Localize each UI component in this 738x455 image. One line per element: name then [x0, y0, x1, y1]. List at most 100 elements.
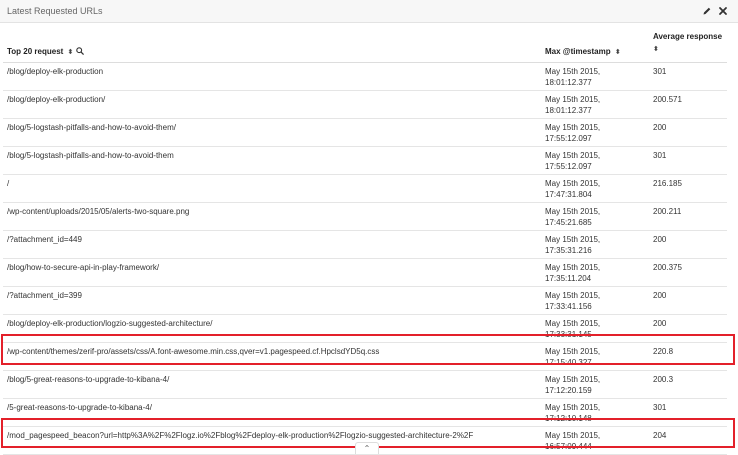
column-header-timestamp[interactable]: Max @timestamp ⬍ — [541, 23, 649, 63]
timestamp-time: 18:01:12.377 — [545, 106, 592, 115]
table-header-row: Top 20 request ⬍ Max @timestamp ⬍ Averag… — [3, 23, 727, 63]
timestamp-date: May 15th 2015, — [545, 431, 601, 440]
url-cell[interactable]: /blog/5-logstash-pitfalls-and-how-to-avo… — [3, 146, 541, 175]
url-cell[interactable]: /?attachment_id=449 — [3, 230, 541, 259]
url-cell[interactable]: /blog/deploy-elk-production/ — [3, 90, 541, 119]
column-header-avg-response-label: Average response — [653, 32, 723, 41]
timestamp-date: May 15th 2015, — [545, 403, 601, 412]
url-cell-text: /mod_pagespeed_beacon?url=http%3A%2F%2Fl… — [7, 431, 474, 440]
url-cell[interactable]: /blog/5-logstash-pitfalls-and-how-to-avo… — [3, 118, 541, 147]
timestamp-time: 17:45:21.685 — [545, 218, 592, 227]
timestamp-cell: May 15th 2015, 16:57:09.444 — [541, 426, 649, 455]
column-header-url-label: Top 20 request — [7, 47, 64, 56]
timestamp-time: 17:15:40.327 — [545, 358, 592, 367]
url-cell-text: /blog/deploy-elk-production/logzio-sugge… — [7, 319, 213, 328]
url-cell[interactable]: /blog/deploy-elk-production/logzio-sugge… — [3, 314, 541, 343]
url-cell[interactable]: /wp-content/uploads/2015/05/alerts-two-s… — [3, 202, 541, 231]
table-row: /?attachment_id=399 May 15th 2015, 17:33:… — [3, 286, 727, 315]
timestamp-cell: May 15th 2015, 17:12:20.159 — [541, 370, 649, 399]
url-cell[interactable]: /blog/deploy-elk-production — [3, 62, 541, 91]
scroll-up-button[interactable]: ⌃ — [355, 442, 379, 454]
url-cell-text: /blog/how-to-secure-api-in-play-framewor… — [7, 263, 160, 272]
timestamp-date: May 15th 2015, — [545, 319, 601, 328]
requests-table: Top 20 request ⬍ Max @timestamp ⬍ Averag… — [3, 23, 727, 455]
url-cell[interactable]: /blog/how-to-secure-api-in-play-framewor… — [3, 258, 541, 287]
panel-actions — [702, 6, 728, 16]
timestamp-date: May 15th 2015, — [545, 123, 601, 132]
sort-icon[interactable]: ⬍ — [615, 49, 621, 56]
close-icon[interactable] — [718, 6, 728, 16]
url-cell[interactable]: /mod_pagespeed_beacon?url=http%3A%2F%2Fl… — [3, 426, 541, 455]
sort-icon[interactable]: ⬍ — [68, 49, 74, 56]
url-cell-text: /blog/5-logstash-pitfalls-and-how-to-avo… — [7, 151, 174, 160]
table-body: /blog/deploy-elk-production May 15th 201… — [3, 62, 727, 455]
table-row: / May 15th 2015, 17:47:31.804 216.185 — [3, 174, 727, 203]
timestamp-date: May 15th 2015, — [545, 263, 601, 272]
timestamp-date: May 15th 2015, — [545, 291, 601, 300]
timestamp-date: May 15th 2015, — [545, 207, 601, 216]
column-header-avg-response[interactable]: Average response ⬍ — [649, 23, 727, 63]
url-cell[interactable]: /?attachment_id=399 — [3, 286, 541, 315]
url-cell-text: /5-great-reasons-to-upgrade-to-kibana-4/ — [7, 403, 152, 412]
url-cell[interactable]: /wp-content/themes/zerif-pro/assets/css/… — [3, 342, 541, 371]
timestamp-cell: May 15th 2015, 17:15:40.327 — [541, 342, 649, 371]
timestamp-cell: May 15th 2015, 17:33:31.145 — [541, 314, 649, 343]
table-row: /blog/deploy-elk-production/ May 15th 20… — [3, 90, 727, 119]
pencil-icon[interactable] — [702, 6, 712, 16]
column-header-timestamp-label: Max @timestamp — [545, 47, 611, 56]
url-cell-text: /?attachment_id=449 — [7, 235, 82, 244]
avg-response-cell: 200.211 — [649, 202, 727, 231]
table-row: /blog/5-logstash-pitfalls-and-how-to-avo… — [3, 146, 727, 175]
timestamp-cell: May 15th 2015, 17:35:31.216 — [541, 230, 649, 259]
avg-response-cell: 301 — [649, 146, 727, 175]
avg-response-cell: 200.375 — [649, 258, 727, 287]
url-cell-text: /blog/5-logstash-pitfalls-and-how-to-avo… — [7, 123, 176, 132]
timestamp-time: 17:35:31.216 — [545, 246, 592, 255]
search-icon[interactable] — [75, 47, 84, 55]
avg-response-cell: 200 — [649, 314, 727, 343]
timestamp-time: 17:55:12.097 — [545, 134, 592, 143]
timestamp-cell: May 15th 2015, 18:01:12.377 — [541, 90, 649, 119]
avg-response-cell: 204 — [649, 426, 727, 455]
table-row: /blog/deploy-elk-production May 15th 201… — [3, 62, 727, 91]
url-cell[interactable]: /5-great-reasons-to-upgrade-to-kibana-4/ — [3, 398, 541, 427]
table-row: /blog/5-great-reasons-to-upgrade-to-kiba… — [3, 370, 727, 399]
sort-icon[interactable]: ⬍ — [653, 46, 659, 53]
timestamp-time: 17:33:31.145 — [545, 330, 592, 339]
url-cell-text: /blog/5-great-reasons-to-upgrade-to-kiba… — [7, 375, 170, 384]
timestamp-cell: May 15th 2015, 17:55:12.097 — [541, 118, 649, 147]
panel-title: Latest Requested URLs — [7, 6, 103, 16]
timestamp-date: May 15th 2015, — [545, 235, 601, 244]
avg-response-cell: 301 — [649, 62, 727, 91]
table-row: /wp-content/themes/zerif-pro/assets/css/… — [3, 342, 727, 371]
panel-header: Latest Requested URLs — [0, 0, 738, 23]
url-cell[interactable]: /blog/5-great-reasons-to-upgrade-to-kiba… — [3, 370, 541, 399]
table-row: /wp-content/uploads/2015/05/alerts-two-s… — [3, 202, 727, 231]
timestamp-time: 18:01:12.377 — [545, 78, 592, 87]
timestamp-date: May 15th 2015, — [545, 347, 601, 356]
avg-response-cell: 200 — [649, 118, 727, 147]
url-cell[interactable]: / — [3, 174, 541, 203]
timestamp-time: 17:55:12.097 — [545, 162, 592, 171]
url-cell-text: /blog/deploy-elk-production — [7, 67, 104, 76]
timestamp-date: May 15th 2015, — [545, 67, 601, 76]
url-cell-text: /blog/deploy-elk-production/ — [7, 95, 106, 104]
avg-response-cell: 216.185 — [649, 174, 727, 203]
url-cell-text: /wp-content/themes/zerif-pro/assets/css/… — [7, 347, 380, 356]
avg-response-cell: 200 — [649, 286, 727, 315]
timestamp-time: 17:33:41.156 — [545, 302, 592, 311]
timestamp-cell: May 15th 2015, 17:12:10.148 — [541, 398, 649, 427]
timestamp-date: May 15th 2015, — [545, 151, 601, 160]
url-cell-text: / — [7, 179, 10, 188]
timestamp-cell: May 15th 2015, 17:33:41.156 — [541, 286, 649, 315]
timestamp-time: 17:35:11.204 — [545, 274, 592, 283]
timestamp-cell: May 15th 2015, 17:45:21.685 — [541, 202, 649, 231]
timestamp-cell: May 15th 2015, 17:55:12.097 — [541, 146, 649, 175]
column-header-url[interactable]: Top 20 request ⬍ — [3, 23, 541, 63]
timestamp-date: May 15th 2015, — [545, 179, 601, 188]
avg-response-cell: 301 — [649, 398, 727, 427]
timestamp-time: 17:12:20.159 — [545, 386, 592, 395]
avg-response-cell: 200.3 — [649, 370, 727, 399]
chevron-up-icon: ⌃ — [363, 444, 371, 453]
timestamp-cell: May 15th 2015, 17:47:31.804 — [541, 174, 649, 203]
